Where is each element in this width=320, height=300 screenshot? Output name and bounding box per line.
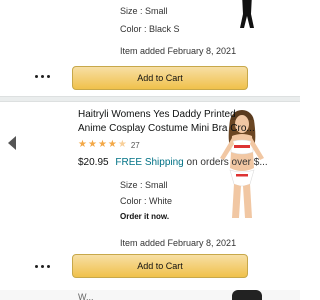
star-icon: ★	[78, 139, 87, 150]
item-divider	[0, 96, 300, 102]
item-size: Size : Small	[120, 180, 168, 190]
next-item-title[interactable]: W...	[78, 292, 94, 300]
star-half-icon: ★	[117, 139, 127, 150]
item-date-added: Item added February 8, 2021	[120, 238, 237, 248]
more-dot-icon	[40, 74, 44, 78]
shipping-terms: on orders over $...	[186, 157, 268, 168]
star-icon: ★	[97, 139, 107, 150]
item-size: Size : Small	[120, 6, 168, 16]
more-dot-icon	[46, 264, 50, 268]
more-dot-icon	[34, 264, 38, 268]
add-to-cart-button[interactable]: Add to Cart	[72, 66, 248, 90]
product-price: $20.95	[78, 157, 109, 168]
price-shipping-line: $20.95 FREE Shipping on orders over $...	[78, 157, 300, 168]
item-date-added: Item added February 8, 2021	[120, 46, 237, 56]
wishlist-item-previous: Size : Small Color : Black S Item added …	[0, 0, 300, 98]
order-note: Order it now.	[120, 212, 170, 221]
star-icon: ★	[107, 139, 117, 150]
star-rating[interactable]: ★ ★ ★ ★ ★ 27	[78, 140, 140, 150]
item-color: Color : Black S	[120, 24, 180, 34]
more-dot-icon	[46, 74, 50, 78]
caret-left-icon	[8, 136, 16, 150]
more-dot-icon	[34, 74, 38, 78]
star-icon: ★	[87, 139, 97, 150]
product-thumbnail[interactable]	[238, 0, 256, 30]
more-dot-icon	[40, 264, 44, 268]
next-product-thumbnail[interactable]	[232, 290, 262, 300]
add-to-cart-button[interactable]: Add to Cart	[72, 254, 248, 278]
more-options-button[interactable]	[22, 66, 62, 86]
product-title-line2[interactable]: Anime Cosplay Costume Mini Bra Cro...	[78, 122, 300, 135]
product-title-line1[interactable]: Haitryli Womens Yes Daddy Printed	[78, 108, 300, 121]
free-shipping-link[interactable]: FREE Shipping	[115, 157, 183, 168]
wishlist-page: Size : Small Color : Black S Item added …	[0, 0, 300, 300]
item-color: Color : White	[120, 196, 173, 206]
more-options-button[interactable]	[22, 256, 62, 276]
rating-count: 27	[130, 140, 140, 150]
